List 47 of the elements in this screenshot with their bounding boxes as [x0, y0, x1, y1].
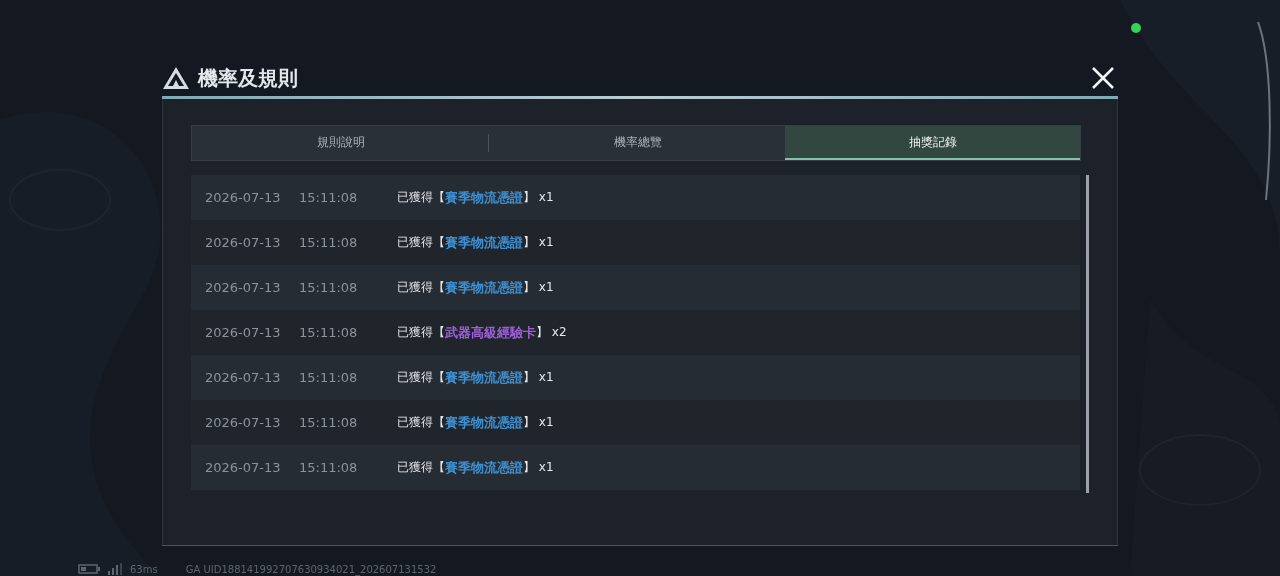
record-quantity: 】 x2	[536, 324, 567, 341]
uid-text: GA UID188141992707630934021_202607131532	[185, 563, 437, 575]
item-name: 賽季物流憑證	[445, 368, 523, 387]
record-time: 15:11:08	[299, 190, 359, 205]
battery-icon	[78, 564, 100, 574]
item-name: 賽季物流憑證	[445, 188, 523, 207]
record-prefix: 已獲得【	[397, 189, 445, 206]
item-name: 賽季物流憑證	[445, 278, 523, 297]
record-date: 2026-07-13	[205, 370, 282, 385]
record-prefix: 已獲得【	[397, 234, 445, 251]
record-prefix: 已獲得【	[397, 279, 445, 296]
record-quantity: 】 x1	[523, 234, 554, 251]
record-time: 15:11:08	[299, 280, 359, 295]
record-quantity: 】 x1	[523, 189, 554, 206]
item-name: 武器高級經驗卡	[445, 323, 536, 342]
record-prefix: 已獲得【	[397, 324, 445, 341]
record-quantity: 】 x1	[523, 369, 554, 386]
scrollbar-thumb[interactable]	[1086, 175, 1089, 493]
record-time: 15:11:08	[299, 460, 359, 475]
record-date: 2026-07-13	[205, 415, 282, 430]
record-quantity: 】 x1	[523, 459, 554, 476]
record-date: 2026-07-13	[205, 460, 282, 475]
status-dot-icon	[1131, 23, 1141, 33]
record-time: 15:11:08	[299, 415, 359, 430]
record-prefix: 已獲得【	[397, 414, 445, 431]
ping-text: 63ms	[130, 563, 158, 575]
record-time: 15:11:08	[299, 235, 359, 250]
record-quantity: 】 x1	[523, 414, 554, 431]
item-name: 賽季物流憑證	[445, 413, 523, 432]
logo-icon	[162, 66, 190, 90]
record-prefix: 已獲得【	[397, 459, 445, 476]
tab[interactable]: 機率總覽	[489, 126, 785, 160]
record-time: 15:11:08	[299, 370, 359, 385]
record-quantity: 】 x1	[523, 279, 554, 296]
tab[interactable]: 抽獎記錄	[785, 126, 1080, 160]
close-button[interactable]	[1090, 65, 1116, 91]
item-name: 賽季物流憑證	[445, 458, 523, 477]
signal-icon	[108, 563, 122, 575]
dialog-title: 機率及規則	[198, 64, 298, 92]
item-name: 賽季物流憑證	[445, 233, 523, 252]
record-time: 15:11:08	[299, 325, 359, 340]
record-date: 2026-07-13	[205, 325, 282, 340]
record-date: 2026-07-13	[205, 235, 282, 250]
tab[interactable]: 規則說明	[192, 126, 488, 160]
record-prefix: 已獲得【	[397, 369, 445, 386]
record-date: 2026-07-13	[205, 190, 282, 205]
record-date: 2026-07-13	[205, 280, 282, 295]
